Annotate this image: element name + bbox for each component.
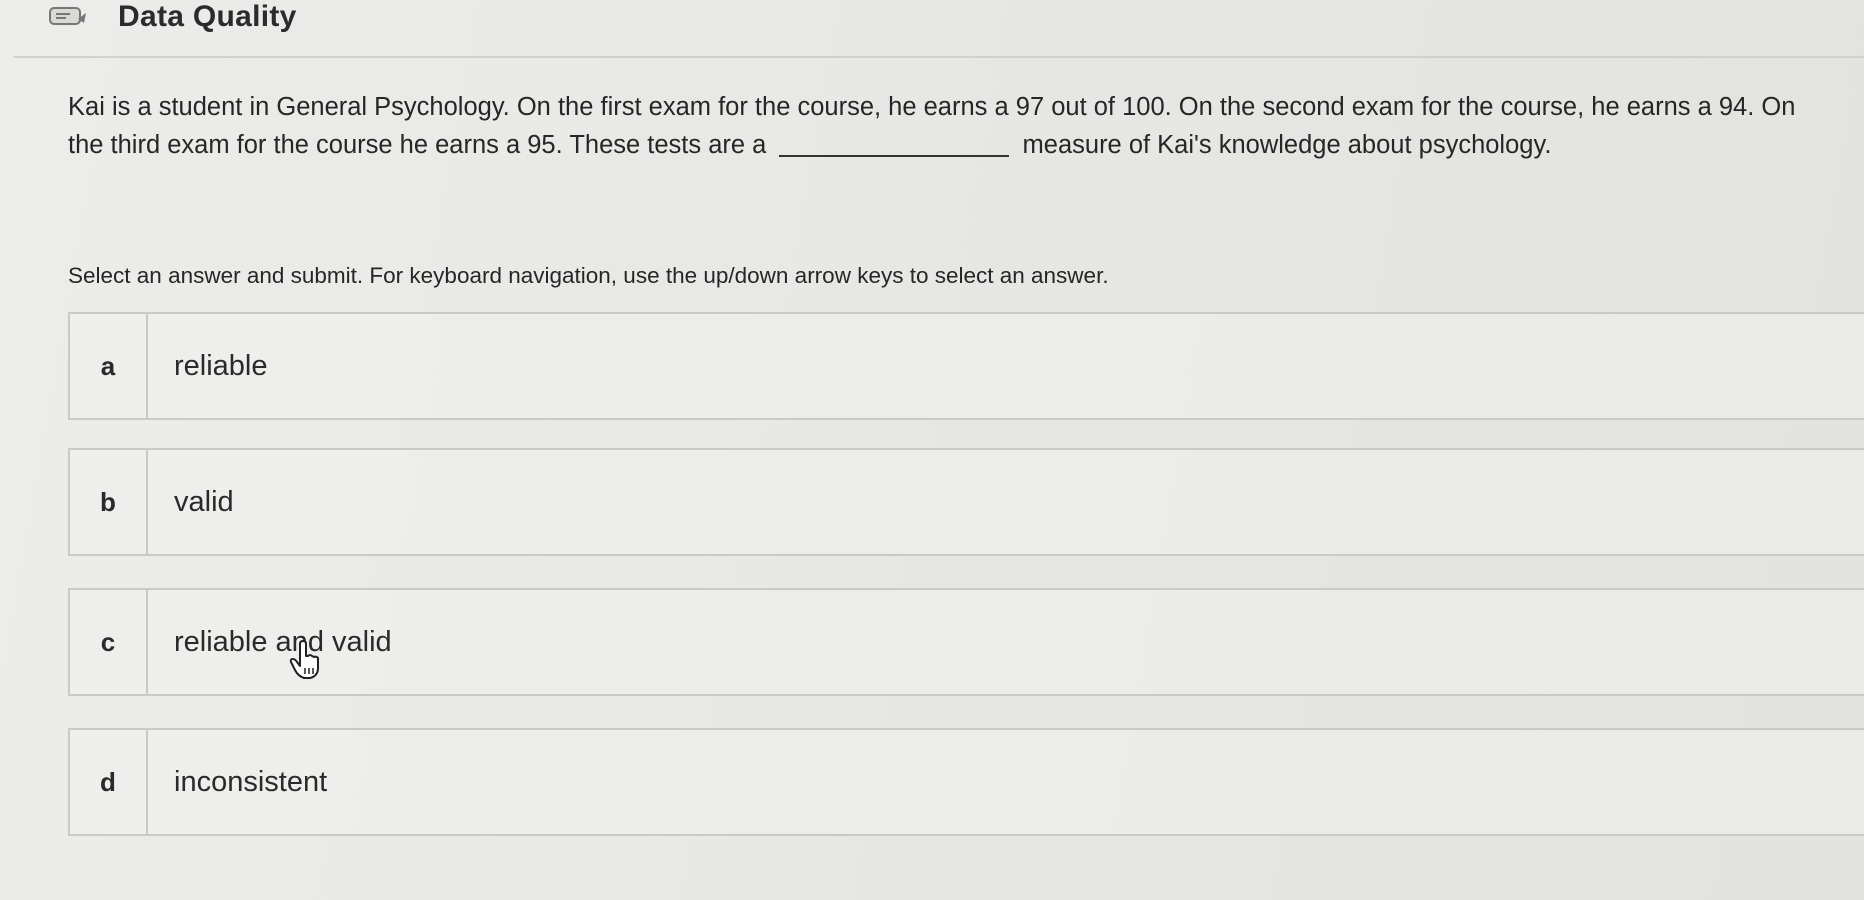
page-title: Data Quality [118,0,297,33]
question-text-after: measure of Kai's knowledge about psychol… [1022,131,1552,159]
quiz-icon [48,5,106,29]
choice-letter: d [70,730,148,834]
choice-c[interactable]: c reliable and valid [68,588,1864,696]
choice-label: reliable [174,349,268,382]
choice-b[interactable]: b valid [68,448,1864,556]
choice-d[interactable]: d inconsistent [68,728,1864,836]
question-text: Kai is a student in General Psychology. … [68,88,1808,164]
page-header: Data Quality [48,0,297,34]
instructions: Select an answer and submit. For keyboar… [68,263,1109,288]
choice-letter: c [70,590,148,694]
choice-a[interactable]: a reliable [68,312,1864,420]
choice-letter: a [70,314,148,418]
hand-cursor-icon [288,640,322,680]
choice-letter: b [70,450,148,554]
choice-label: reliable and valid [174,625,392,658]
answer-blank [779,137,1010,157]
header-divider [14,56,1864,58]
choice-label: inconsistent [174,765,328,798]
choice-label: valid [174,485,234,518]
quiz-page: Data Quality Kai is a student in General… [0,0,1864,900]
